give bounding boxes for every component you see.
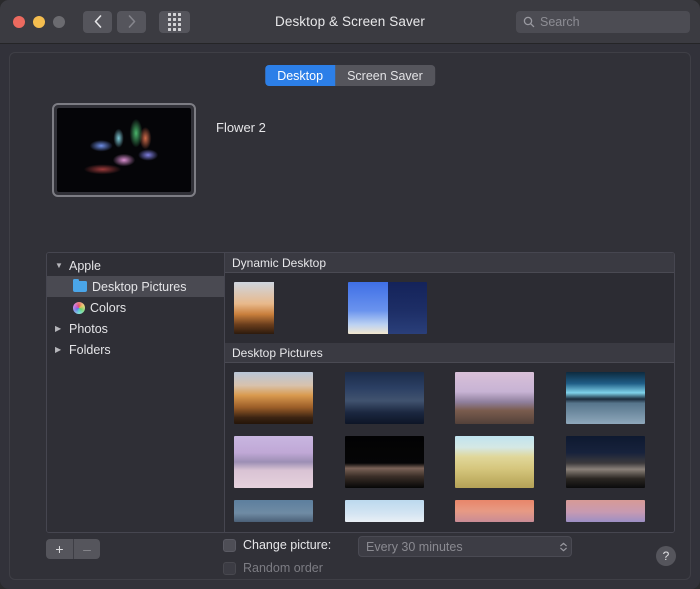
- disclosure-triangle-right-icon[interactable]: ▶: [55, 325, 64, 333]
- wallpaper-thumb-tufa-spires[interactable]: [345, 436, 424, 488]
- sidebar-item-label: Photos: [69, 322, 108, 336]
- back-button[interactable]: [83, 11, 112, 33]
- preview-frame[interactable]: [52, 103, 196, 197]
- remove-folder-button[interactable]: –: [73, 539, 100, 559]
- wallpaper-thumb-blue-shore[interactable]: [234, 500, 313, 522]
- sidebar-item-desktop-pictures[interactable]: Desktop Pictures: [47, 276, 224, 297]
- dynamic-desktop-grid: [225, 273, 674, 343]
- wallpaper-thumb-violet-dusk[interactable]: [566, 500, 645, 522]
- random-order-row: Random order: [223, 561, 323, 575]
- wallpaper-thumb-mojave-dynamic[interactable]: [234, 282, 313, 334]
- section-header-dynamic-desktop: Dynamic Desktop: [225, 253, 674, 273]
- sidebar-item-label: Apple: [69, 259, 101, 273]
- change-interval-dropdown[interactable]: Every 30 minutes: [358, 536, 572, 557]
- add-folder-button[interactable]: +: [46, 539, 73, 559]
- sidebar-item-apple[interactable]: ▼ Apple: [47, 255, 224, 276]
- zoom-button-icon[interactable]: [53, 16, 65, 28]
- disclosure-triangle-right-icon[interactable]: ▶: [55, 346, 64, 354]
- window-titlebar: Desktop & Screen Saver Search: [0, 0, 700, 44]
- tab-screen-saver[interactable]: Screen Saver: [335, 65, 435, 86]
- sidebar-item-label: Folders: [69, 343, 111, 357]
- sidebar-item-folders[interactable]: ▶ Folders: [47, 339, 224, 360]
- show-all-button[interactable]: [159, 11, 190, 33]
- change-picture-label: Change picture:: [243, 538, 331, 552]
- current-wallpaper-preview: Flower 2: [52, 103, 266, 197]
- show-all-grid-icon: [168, 13, 181, 31]
- preferences-content: Desktop Screen Saver Flower 2 ▼ Apple De…: [9, 52, 691, 580]
- traffic-lights: [13, 16, 65, 28]
- wallpaper-thumb-mojave-night[interactable]: [345, 372, 424, 424]
- wallpaper-thumb-cloud-peak[interactable]: [345, 500, 424, 522]
- sources-sidebar: ▼ Apple Desktop Pictures Colors ▶ Photos…: [47, 253, 225, 532]
- random-order-checkbox[interactable]: [223, 562, 236, 575]
- disclosure-triangle-down-icon[interactable]: ▼: [55, 262, 64, 270]
- search-placeholder: Search: [540, 15, 580, 29]
- search-icon: [523, 16, 535, 28]
- folder-icon: [73, 281, 87, 292]
- close-button-icon[interactable]: [13, 16, 25, 28]
- search-field[interactable]: Search: [516, 11, 690, 33]
- sidebar-item-photos[interactable]: ▶ Photos: [47, 318, 224, 339]
- sidebar-item-label: Colors: [90, 301, 126, 315]
- desktop-pictures-grid: [225, 363, 674, 531]
- wallpaper-thumb-dark-dune[interactable]: [566, 436, 645, 488]
- change-picture-checkbox[interactable]: [223, 539, 236, 552]
- wallpaper-thumb-mojave-day[interactable]: [234, 372, 313, 424]
- add-remove-folder-control: + –: [46, 539, 100, 559]
- desktop-screen-saver-window: Desktop & Screen Saver Search Desktop Sc…: [0, 0, 700, 589]
- random-order-label: Random order: [243, 561, 323, 575]
- navigation-buttons: [83, 11, 146, 33]
- wallpaper-thumb-sunset-clouds[interactable]: [455, 500, 534, 522]
- forward-button[interactable]: [117, 11, 146, 33]
- change-picture-row: Change picture:: [223, 538, 331, 552]
- wallpaper-thumb-desert-rock[interactable]: [455, 372, 534, 424]
- color-wheel-icon: [73, 302, 85, 314]
- tab-desktop[interactable]: Desktop: [265, 65, 335, 86]
- help-button[interactable]: ?: [656, 546, 676, 566]
- sidebar-item-label: Desktop Pictures: [92, 280, 186, 294]
- wallpaper-thumb-salt-flat-dawn[interactable]: [566, 372, 645, 424]
- change-interval-value: Every 30 minutes: [366, 540, 463, 554]
- preview-wallpaper-name: Flower 2: [216, 120, 266, 135]
- minimize-button-icon[interactable]: [33, 16, 45, 28]
- chevron-updown-icon: [560, 542, 567, 551]
- wallpaper-thumb-solar-gradients[interactable]: [348, 282, 427, 334]
- tab-bar: Desktop Screen Saver: [265, 65, 435, 86]
- sidebar-item-colors[interactable]: Colors: [47, 297, 224, 318]
- section-header-desktop-pictures: Desktop Pictures: [225, 343, 674, 363]
- preview-image: [57, 108, 191, 192]
- wallpaper-thumb-pink-lake-rock[interactable]: [234, 436, 313, 488]
- source-and-gallery-panel: ▼ Apple Desktop Pictures Colors ▶ Photos…: [46, 252, 675, 533]
- wallpaper-thumb-golden-dunes[interactable]: [455, 436, 534, 488]
- wallpaper-gallery[interactable]: Dynamic Desktop Desktop Pictures: [225, 253, 674, 532]
